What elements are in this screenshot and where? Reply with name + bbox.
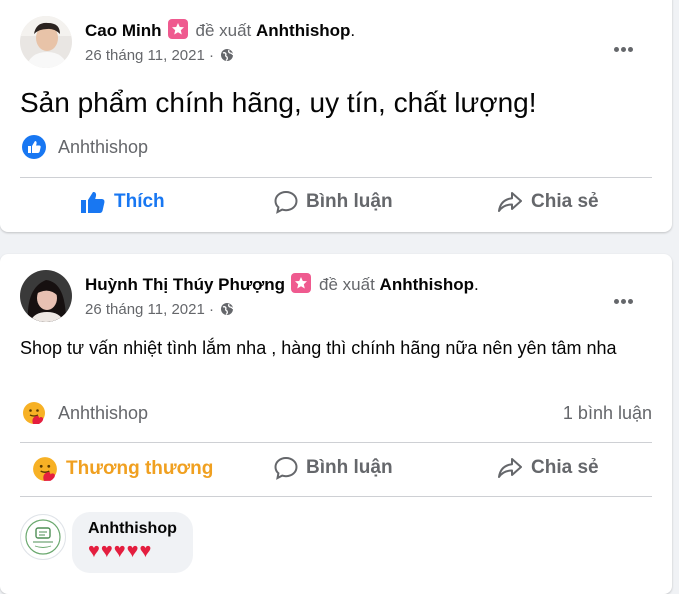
post-header: Huỳnh Thị Thúy Phượng đề xuất Anhthishop. (85, 273, 479, 295)
author-avatar[interactable] (20, 16, 72, 68)
author-name[interactable]: Huỳnh Thị Thúy Phượng (85, 275, 285, 294)
page-link[interactable]: Anhthishop (256, 21, 350, 40)
more-options-icon[interactable] (614, 39, 638, 52)
care-icon (22, 401, 46, 425)
like-label: Thương thương (66, 458, 214, 479)
globe-icon (220, 302, 234, 320)
author-name[interactable]: Cao Minh (85, 21, 162, 40)
thumbs-up-icon (81, 191, 105, 213)
globe-icon (220, 48, 234, 66)
like-icon (22, 135, 46, 159)
period: . (350, 21, 356, 40)
comment-text: ♥♥♥♥♥ (88, 540, 153, 562)
care-reaction-button[interactable]: Thương thương (32, 456, 213, 486)
share-button[interactable]: Chia sẻ (497, 190, 599, 220)
reactions-summary[interactable]: Anhthishop 1 bình luận (20, 401, 652, 427)
post-text: Sản phẩm chính hãng, uy tín, chất lượng! (20, 87, 537, 118)
share-icon (498, 458, 522, 478)
comment-count[interactable]: 1 bình luận (563, 403, 652, 424)
like-label: Thích (114, 191, 165, 212)
page-link[interactable]: Anhthishop (380, 275, 474, 294)
reaction-label: Anhthishop (58, 403, 149, 423)
comment-button[interactable]: Bình luận (274, 190, 393, 220)
recommends-text: đề xuất (319, 275, 375, 294)
divider (20, 496, 652, 497)
post-date[interactable]: 26 tháng 11, 2021 (85, 301, 205, 318)
divider (20, 442, 652, 443)
post-date[interactable]: 26 tháng 11, 2021 (85, 47, 205, 64)
recommends-text: đề xuất (195, 21, 252, 40)
comment-button[interactable]: Bình luận (274, 456, 393, 486)
comment-icon (274, 456, 298, 480)
comment-icon (274, 190, 298, 214)
care-icon (33, 457, 57, 481)
comment-author[interactable]: Anhthishop (88, 520, 177, 538)
post-card: Cao Minh đề xuất Anhthishop. 26 tháng 11,… (0, 0, 672, 232)
comment-label: Bình luận (306, 457, 393, 478)
post-header: Cao Minh đề xuất Anhthishop. (85, 19, 355, 41)
share-label: Chia sẻ (531, 191, 599, 212)
share-icon (498, 192, 522, 212)
recommend-badge-icon (291, 273, 312, 293)
comment-label: Bình luận (306, 191, 393, 212)
author-avatar[interactable] (20, 270, 72, 322)
post-card: Huỳnh Thị Thúy Phượng đề xuất Anhthishop.… (0, 254, 672, 594)
divider (20, 177, 652, 178)
post-meta: 26 tháng 11, 2021 · (85, 47, 234, 66)
post-text: Shop tư vấn nhiệt tình lắm nha , hàng th… (20, 338, 617, 358)
reactions-summary[interactable]: Anhthishop (20, 135, 652, 161)
share-label: Chia sẻ (531, 457, 599, 478)
recommend-badge-icon (167, 19, 188, 39)
comment-bubble: Anhthishop ♥♥♥♥♥ (72, 512, 193, 573)
post-meta: 26 tháng 11, 2021 · (85, 301, 234, 320)
reaction-label: Anhthishop (58, 137, 149, 157)
commenter-avatar[interactable] (20, 514, 66, 560)
like-button[interactable]: Thích (80, 190, 165, 220)
period: . (473, 275, 479, 294)
more-options-icon[interactable] (614, 291, 638, 304)
share-button[interactable]: Chia sẻ (497, 456, 599, 486)
